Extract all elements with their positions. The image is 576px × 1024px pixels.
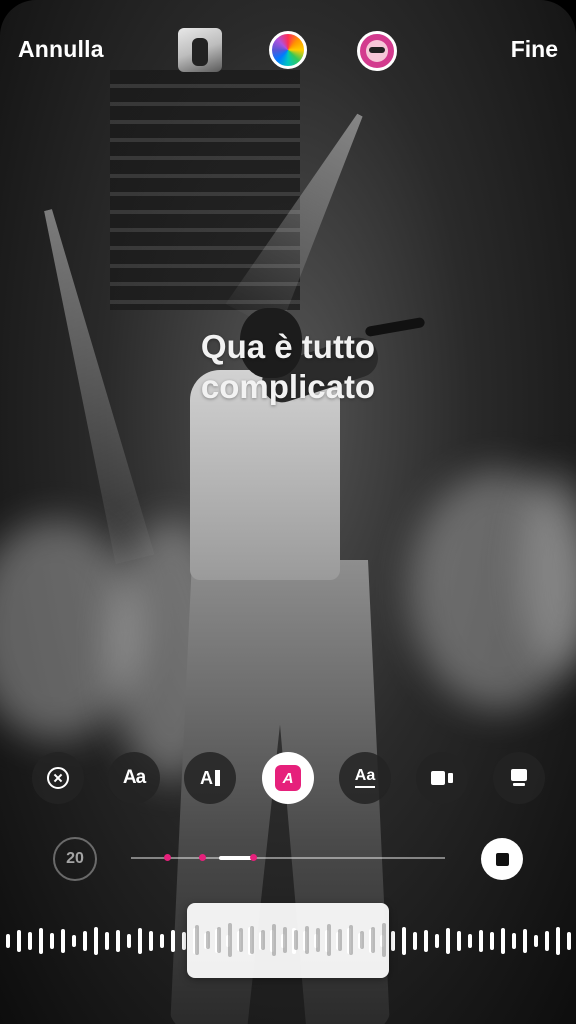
waveform-bar: [171, 930, 175, 952]
lyrics-text[interactable]: Qua è tutto complicato: [100, 327, 476, 407]
card-layout-style-button[interactable]: [493, 752, 545, 804]
selected-clip-window[interactable]: [187, 903, 389, 978]
remove-lyrics-button[interactable]: [32, 752, 84, 804]
waveform-bar: [272, 924, 276, 956]
waveform-bar: [305, 926, 309, 954]
waveform-bar: [206, 931, 210, 949]
waveform-bar: [294, 930, 298, 950]
waveform-bar: [446, 928, 450, 954]
avatar-sticker-button[interactable]: [357, 31, 397, 71]
card-layout-icon: [511, 769, 527, 787]
typewriter-style-button[interactable]: A: [184, 752, 236, 804]
underline-style-button[interactable]: Aa: [339, 752, 391, 804]
highlight-style-button[interactable]: A: [262, 752, 314, 804]
waveform-bar: [105, 932, 109, 950]
waveform-bar: [523, 929, 527, 953]
waveform-bar: [138, 928, 142, 954]
waveform-bar: [61, 929, 65, 953]
waveform-bar: [195, 925, 199, 955]
waveform-bar: [424, 930, 428, 952]
waveform-bar: [567, 932, 571, 950]
waveform-bar: [382, 923, 386, 957]
done-button[interactable]: Fine: [511, 36, 558, 63]
waveform-bar: [261, 930, 265, 950]
color-wheel-icon[interactable]: [269, 31, 307, 69]
waveform-bar: [391, 931, 395, 951]
waveform-bar: [182, 932, 186, 950]
lyrics-progress-track[interactable]: [131, 854, 445, 861]
lyrics-style-toolbar: Aa A A Aa: [0, 752, 576, 804]
waveform-bar: [457, 931, 461, 951]
top-bar: Annulla Fine: [0, 0, 576, 100]
waveform-bar: [149, 931, 153, 951]
underline-aa-icon: Aa: [354, 768, 376, 788]
avatar-face-icon: [366, 40, 388, 62]
close-circle-icon: [47, 767, 69, 789]
waveform-bar: [490, 932, 494, 950]
stop-playback-button[interactable]: [481, 838, 523, 880]
waveform-bar: [501, 928, 505, 954]
waveform-bar: [72, 935, 76, 947]
waveform-bar: [545, 931, 549, 951]
waveform-bar: [160, 934, 164, 948]
waveform-bar: [228, 923, 232, 957]
lyrics-marker: [164, 854, 171, 861]
waveform-bar: [250, 926, 254, 954]
waveform-bar: [116, 930, 120, 952]
cancel-button[interactable]: Annulla: [18, 36, 104, 63]
waveform-bar: [127, 934, 131, 948]
waveform-bar: [371, 927, 375, 953]
waveform-bar: [239, 928, 243, 952]
waveform-bar: [402, 927, 406, 955]
waveform-bar: [217, 927, 221, 953]
waveform-bar: [316, 928, 320, 952]
waveform-bar: [435, 934, 439, 948]
waveform-bar: [83, 931, 87, 951]
waveform-bar: [556, 927, 560, 955]
waveform-bar: [283, 927, 287, 953]
text-cursor-icon: A: [200, 768, 220, 789]
camera-layout-style-button[interactable]: [416, 752, 468, 804]
album-thumbnail-button[interactable]: [178, 28, 222, 72]
lyrics-marker: [199, 854, 206, 861]
lyrics-line-2: complicato: [200, 368, 376, 405]
text-size-style-button[interactable]: Aa: [108, 752, 160, 804]
waveform-bar: [39, 928, 43, 954]
clip-duration-button[interactable]: 20: [53, 837, 97, 881]
waveform-bar: [413, 932, 417, 950]
waveform-bar: [6, 934, 10, 948]
waveform-bar: [28, 932, 32, 950]
highlight-a-icon: A: [275, 765, 301, 791]
waveform-bar: [534, 935, 538, 947]
waveform-bar: [468, 934, 472, 948]
waveform-bar: [479, 930, 483, 952]
text-size-icon: Aa: [122, 767, 146, 788]
waveform-bar: [50, 933, 54, 949]
waveform-bar: [512, 933, 516, 949]
waveform-bar: [94, 927, 98, 955]
waveform-bar: [17, 930, 21, 952]
waveform-bar: [338, 929, 342, 951]
current-segment: [219, 856, 253, 860]
stop-icon: [495, 852, 509, 866]
lyrics-marker: [250, 854, 257, 861]
camera-layout-icon: [431, 771, 453, 785]
lyrics-line-1: Qua è tutto: [200, 328, 376, 365]
waveform-bar: [327, 924, 331, 956]
waveform-bar: [349, 925, 353, 955]
waveform-bar: [360, 931, 364, 949]
story-editor-screen: Annulla Fine Qua è tutto complicato Aa A…: [0, 0, 576, 1024]
